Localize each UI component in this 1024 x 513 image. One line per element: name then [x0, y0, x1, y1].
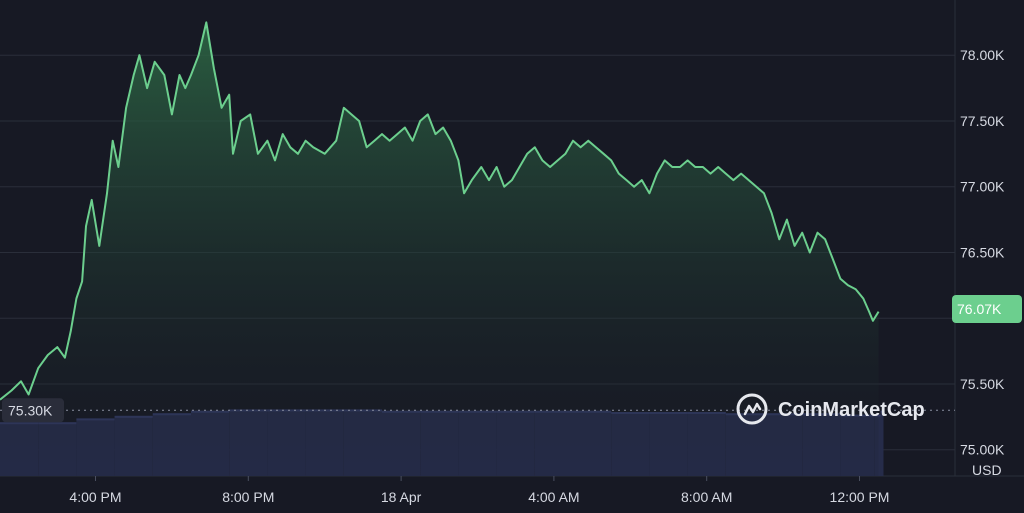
y-tick-label: 76.50K: [960, 244, 1005, 260]
price-chart[interactable]: 75.00K 75.50K 76.50K 77.00K 77.50K 78.00K 4:0…: [0, 0, 1024, 513]
reference-price-badge: 75.30K: [2, 398, 64, 423]
y-tick-label: 78.00K: [960, 47, 1005, 63]
current-price-label: 76.07K: [957, 301, 1002, 317]
currency-unit-label: USD: [972, 462, 1002, 478]
current-price-badge: 76.07K: [952, 295, 1022, 323]
y-tick-label: 77.50K: [960, 113, 1005, 129]
x-axis-ticks: 4:00 PM 8:00 PM 18 Apr 4:00 AM 8:00 AM 12:00 …: [69, 476, 889, 505]
reference-price-label: 75.30K: [8, 402, 53, 418]
x-tick-label: 18 Apr: [381, 489, 422, 505]
y-tick-label: 75.00K: [960, 442, 1005, 458]
x-tick-label: 12:00 PM: [830, 489, 890, 505]
y-tick-label: 77.00K: [960, 179, 1005, 195]
x-tick-label: 8:00 PM: [222, 489, 274, 505]
x-tick-label: 8:00 AM: [681, 489, 732, 505]
x-tick-label: 4:00 AM: [528, 489, 579, 505]
brand-name: CoinMarketCap: [778, 399, 925, 421]
x-tick-label: 4:00 PM: [69, 489, 121, 505]
y-tick-label: 75.50K: [960, 376, 1005, 392]
y-axis-ticks: 75.00K 75.50K 76.50K 77.00K 77.50K 78.00K: [960, 47, 1005, 457]
